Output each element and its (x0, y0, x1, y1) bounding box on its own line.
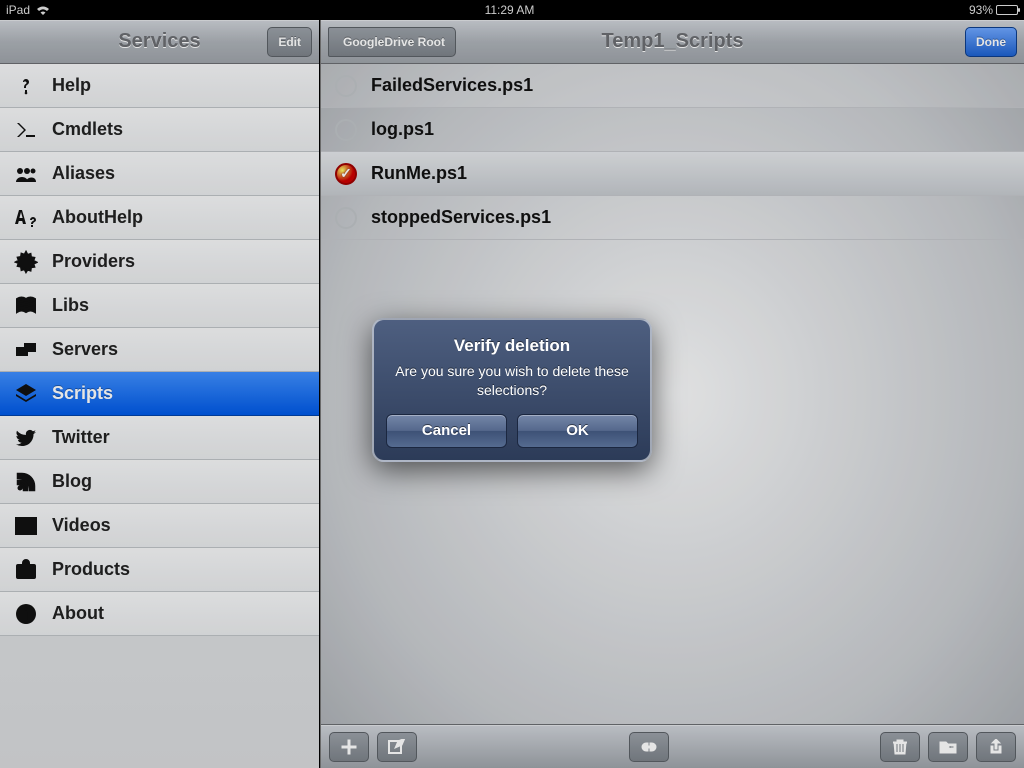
battery-percent: 93% (969, 3, 993, 17)
wifi-icon (36, 5, 50, 15)
battery-indicator: 93% (969, 3, 1018, 17)
cancel-button[interactable]: Cancel (386, 414, 507, 448)
ok-button[interactable]: OK (517, 414, 638, 448)
status-bar: iPad 11:29 AM 93% (0, 0, 1024, 20)
device-label: iPad (6, 3, 30, 17)
alert-dialog: Verify deletion Are you sure you wish to… (372, 318, 652, 462)
alert-message: Are you sure you wish to delete these se… (386, 362, 638, 400)
clock: 11:29 AM (485, 3, 535, 17)
alert-title: Verify deletion (386, 336, 638, 356)
